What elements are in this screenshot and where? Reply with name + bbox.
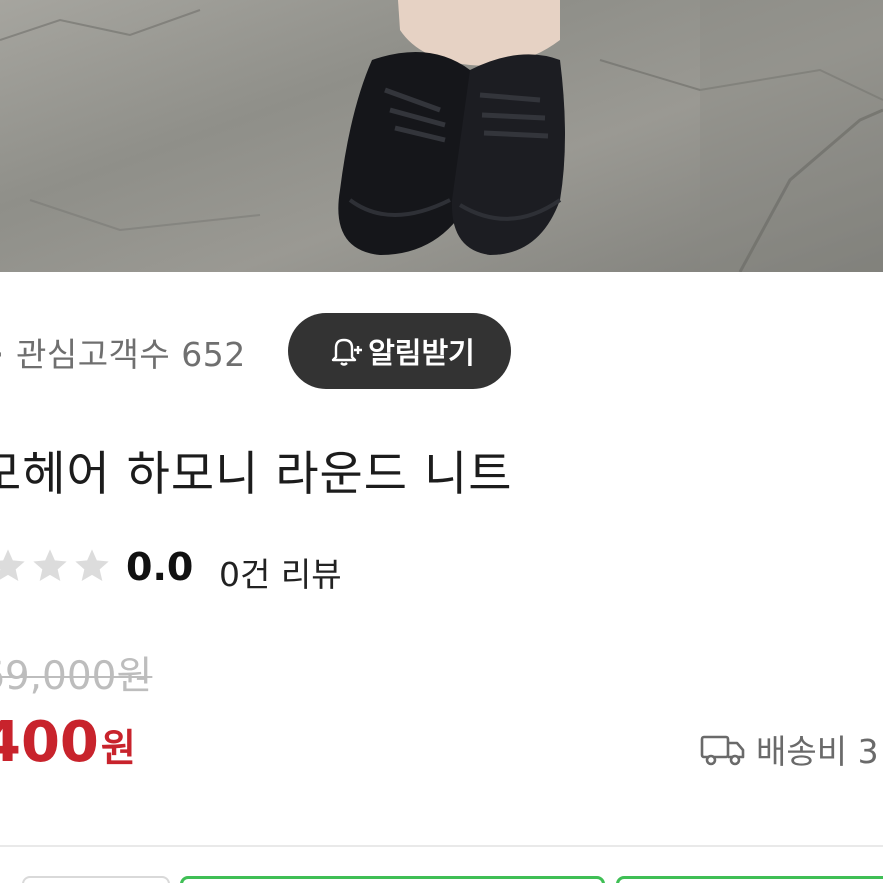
bottom-action-button[interactable] xyxy=(22,876,170,883)
product-photo xyxy=(0,0,883,272)
star-icon xyxy=(0,549,25,581)
product-title: 모헤어 하모니 라운드 니트 xyxy=(0,447,513,502)
star-icon xyxy=(33,549,67,581)
sale-price: 400원 xyxy=(0,710,136,775)
bottom-action-button[interactable] xyxy=(180,876,605,883)
sale-price-unit: 원 xyxy=(100,726,136,770)
shipping-info: 배송비 3 xyxy=(700,725,879,773)
bottom-action-button[interactable] xyxy=(616,876,883,883)
sale-price-value: 400 xyxy=(0,710,99,775)
original-price: 69,000원 xyxy=(0,654,153,699)
rating-stars xyxy=(0,546,112,586)
notify-button[interactable]: 알림받기 xyxy=(288,313,511,389)
review-count-link[interactable]: 0건 리뷰 xyxy=(219,548,342,596)
bell-plus-icon xyxy=(331,338,363,366)
interest-count: · 관심고객수 652 xyxy=(0,335,246,374)
shipping-label: 배송비 3 xyxy=(756,732,879,771)
truck-icon xyxy=(700,735,745,766)
notify-label: 알림받기 xyxy=(368,336,475,370)
divider xyxy=(0,845,883,847)
star-icon xyxy=(75,549,109,581)
rating-score: 0.0 xyxy=(126,545,194,589)
